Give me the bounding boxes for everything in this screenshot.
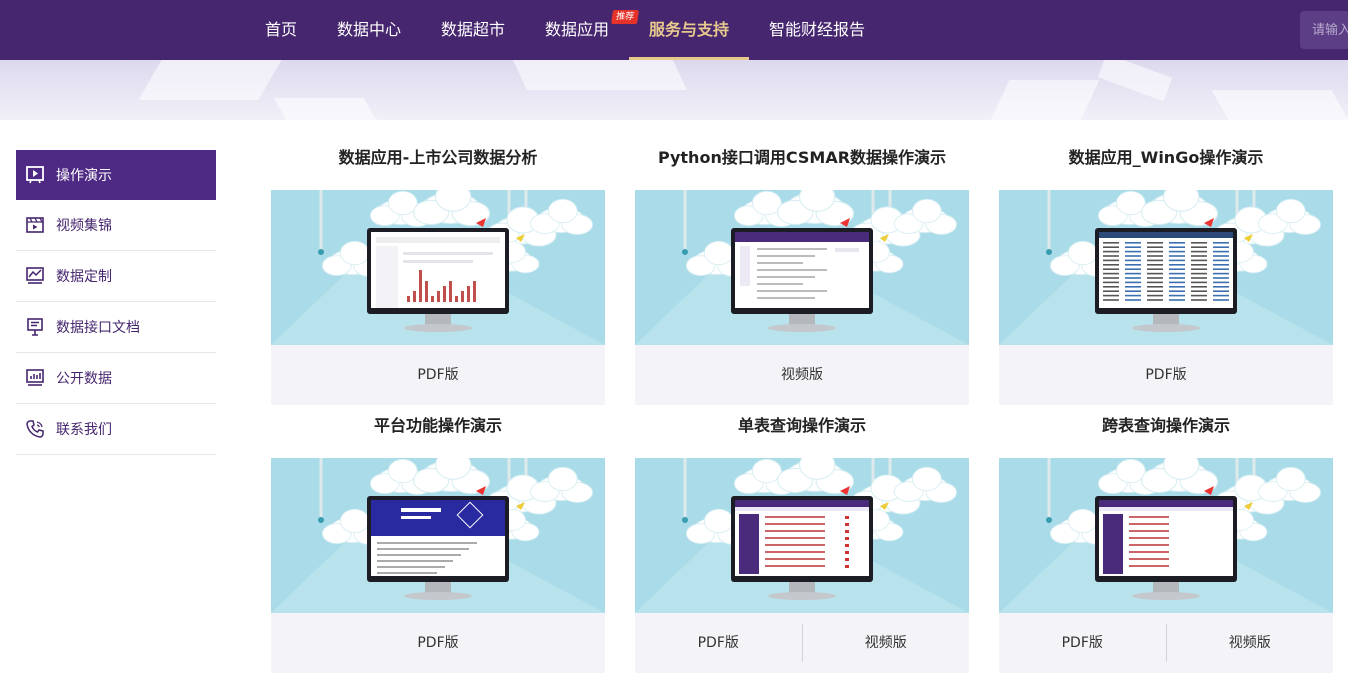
card-title: 跨表查询操作演示 — [1101, 416, 1230, 435]
monitor-illustration — [635, 458, 969, 613]
card-links: PDF版 — [271, 613, 605, 673]
banner-shape — [138, 60, 282, 100]
pdf-link[interactable]: PDF版 — [271, 624, 605, 662]
demo-card: 数据应用_WinGo操作演示 PDF版 — [999, 150, 1333, 405]
monitor-illustration — [999, 458, 1333, 613]
banner-shape — [1097, 60, 1173, 102]
card-title: Python接口调用CSMAR数据操作演示 — [657, 148, 947, 167]
pdf-link[interactable]: PDF版 — [999, 624, 1166, 662]
demo-card: 平台功能操作演示 PDF版 — [271, 418, 605, 673]
sidebar-item-label: 数据定制 — [56, 269, 112, 285]
sidebar-item-custom-data[interactable]: 数据定制 — [16, 251, 216, 302]
pdf-link[interactable]: PDF版 — [635, 624, 802, 662]
card-links: PDF版 视频版 — [635, 613, 969, 673]
demo-card: Python接口调用CSMAR数据操作演示 视频版 — [635, 150, 969, 405]
sidebar-item-label: 操作演示 — [56, 168, 112, 184]
card-title: 数据应用_WinGo操作演示 — [1068, 148, 1264, 167]
card-links: PDF版 — [271, 345, 605, 405]
sidebar: 操作演示 视频集锦 数据定制 数据接口文档 公开数据 联系我们 — [16, 150, 216, 455]
monitor-illustration — [635, 190, 969, 345]
nav-data-center[interactable]: 数据中心 — [337, 0, 401, 60]
card-links: 视频版 — [635, 345, 969, 405]
banner-shape — [273, 98, 377, 120]
card-thumbnail[interactable] — [271, 190, 605, 345]
monitor-illustration — [271, 190, 605, 345]
card-thumbnail[interactable] — [635, 458, 969, 613]
card-title: 数据应用-上市公司数据分析 — [338, 148, 538, 167]
top-nav: 首页 数据中心 数据超市 数据应用 推荐 服务与支持 智能财经报告 — [0, 0, 1348, 60]
phone-icon — [24, 418, 46, 440]
demo-card: 单表查询操作演示 PDF版 视频版 — [635, 418, 969, 673]
card-thumbnail[interactable] — [635, 190, 969, 345]
demo-card: 数据应用-上市公司数据分析 PDF版 — [271, 150, 605, 405]
presentation-icon — [24, 164, 46, 186]
nav-service-support[interactable]: 服务与支持 — [649, 0, 729, 60]
monitor-illustration — [999, 190, 1333, 345]
search-input[interactable] — [1300, 11, 1348, 49]
chart-monitor-icon — [24, 265, 46, 287]
recommend-badge: 推荐 — [611, 10, 639, 24]
card-title: 单表查询操作演示 — [737, 416, 866, 435]
sidebar-item-label: 视频集锦 — [56, 218, 112, 234]
sidebar-item-videos[interactable]: 视频集锦 — [16, 200, 216, 251]
video-link[interactable]: 视频版 — [801, 624, 970, 662]
banner-shape — [513, 60, 687, 90]
banner-shape — [990, 80, 1100, 120]
card-links: PDF版 视频版 — [999, 613, 1333, 673]
sidebar-item-api-docs[interactable]: 数据接口文档 — [16, 302, 216, 353]
pdf-link[interactable]: PDF版 — [999, 356, 1333, 394]
nav-finance-report[interactable]: 智能财经报告 — [769, 0, 865, 60]
nav-data-market[interactable]: 数据超市 — [441, 0, 505, 60]
card-thumbnail[interactable] — [999, 190, 1333, 345]
sidebar-item-open-data[interactable]: 公开数据 — [16, 353, 216, 404]
card-links: PDF版 — [999, 345, 1333, 405]
sidebar-item-label: 公开数据 — [56, 371, 112, 387]
nav-home[interactable]: 首页 — [265, 0, 297, 60]
video-link[interactable]: 视频版 — [1165, 624, 1334, 662]
banner-shape — [1211, 90, 1348, 120]
card-title: 平台功能操作演示 — [373, 416, 502, 435]
nav-data-apps[interactable]: 数据应用 — [545, 0, 609, 60]
demo-card: 跨表查询操作演示 PDF版 视频版 — [999, 418, 1333, 673]
sidebar-item-demo[interactable]: 操作演示 — [16, 150, 216, 200]
sidebar-item-label: 数据接口文档 — [56, 320, 140, 336]
sidebar-item-label: 联系我们 — [56, 422, 112, 438]
card-thumbnail[interactable] — [999, 458, 1333, 613]
document-board-icon — [24, 316, 46, 338]
monitor-illustration — [271, 458, 605, 613]
banner-strip — [0, 60, 1348, 120]
video-link[interactable]: 视频版 — [635, 356, 969, 394]
pdf-link[interactable]: PDF版 — [271, 356, 605, 394]
video-clip-icon — [24, 214, 46, 236]
card-thumbnail[interactable] — [271, 458, 605, 613]
bar-chart-monitor-icon — [24, 367, 46, 389]
sidebar-item-contact[interactable]: 联系我们 — [16, 404, 216, 455]
